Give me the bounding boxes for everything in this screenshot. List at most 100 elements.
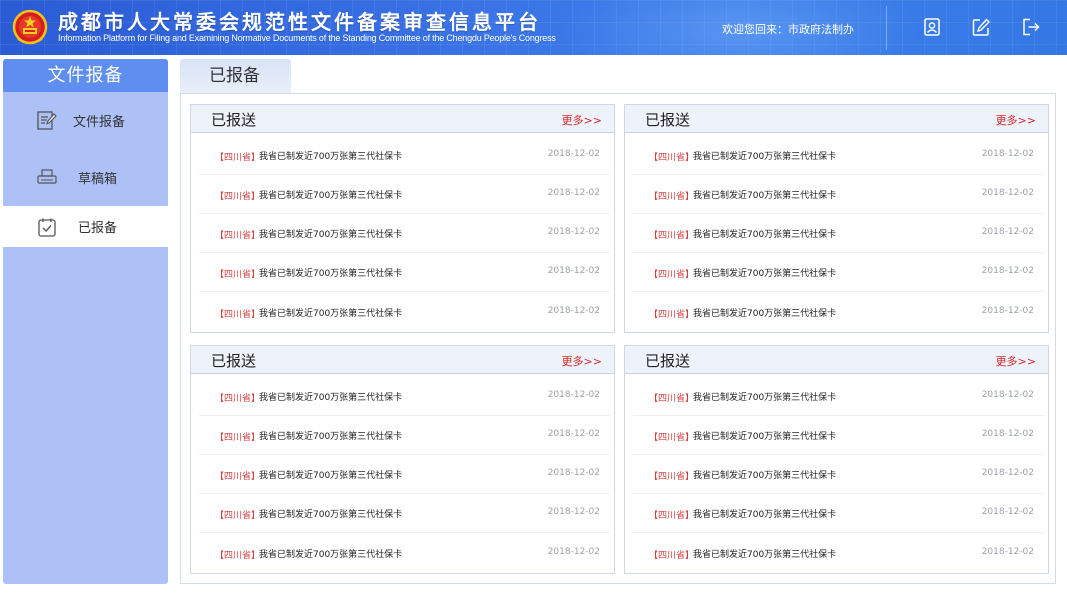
- item-title: 我省已制发近700万张第三代社保卡: [693, 191, 837, 201]
- item-title: 我省已制发近700万张第三代社保卡: [259, 471, 403, 481]
- region-tag: 【四川省】: [649, 153, 695, 163]
- item-date: 2018-12-02: [547, 390, 600, 400]
- list-item[interactable]: 【四川省】 我省已制发近700万张第三代社保卡 2018-12-02: [199, 252, 610, 292]
- item-title: 我省已制发近700万张第三代社保卡: [693, 152, 837, 162]
- welcome-message: 欢迎您回来：市政府法制办: [722, 23, 854, 36]
- more-link[interactable]: 更多>>: [562, 353, 602, 369]
- item-date: 2018-12-02: [981, 266, 1034, 276]
- region-tag: 【四川省】: [215, 472, 261, 482]
- item-title: 我省已制发近700万张第三代社保卡: [693, 432, 837, 442]
- region-tag: 【四川省】: [215, 192, 261, 202]
- panel-header: 已报送 更多>>: [625, 346, 1048, 374]
- sidebar-item-label: 已报备: [78, 221, 118, 236]
- item-date: 2018-12-02: [547, 149, 600, 159]
- list-item[interactable]: 【四川省】 我省已制发近700万张第三代社保卡 2018-12-02: [633, 533, 1044, 573]
- sidebar-item-drafts[interactable]: 草稿箱: [3, 148, 168, 206]
- item-title: 我省已制发近700万张第三代社保卡: [693, 269, 837, 279]
- item-date: 2018-12-02: [981, 188, 1034, 198]
- region-tag: 【四川省】: [649, 310, 695, 320]
- list-item[interactable]: 【四川省】 我省已制发近700万张第三代社保卡 2018-12-02: [199, 376, 610, 416]
- item-date: 2018-12-02: [547, 266, 600, 276]
- more-link[interactable]: 更多>>: [996, 112, 1036, 128]
- region-tag: 【四川省】: [215, 153, 261, 163]
- sidebar-item-label: 文件报备: [73, 114, 126, 130]
- item-title: 我省已制发近700万张第三代社保卡: [693, 309, 837, 319]
- filed-panel: 已报送 更多>> 【四川省】 我省已制发近700万张第三代社保卡 2018-12…: [190, 345, 615, 574]
- more-link[interactable]: 更多>>: [562, 112, 602, 128]
- region-tag: 【四川省】: [649, 433, 695, 443]
- list-item[interactable]: 【四川省】 我省已制发近700万张第三代社保卡 2018-12-02: [633, 252, 1044, 292]
- item-title: 我省已制发近700万张第三代社保卡: [693, 471, 837, 481]
- panel-title: 已报送: [211, 111, 257, 129]
- list-item[interactable]: 【四川省】 我省已制发近700万张第三代社保卡 2018-12-02: [199, 415, 610, 455]
- item-date: 2018-12-02: [547, 227, 600, 237]
- region-tag: 【四川省】: [215, 310, 261, 320]
- list-item[interactable]: 【四川省】 我省已制发近700万张第三代社保卡 2018-12-02: [633, 135, 1044, 175]
- region-tag: 【四川省】: [649, 472, 695, 482]
- panel-title: 已报送: [211, 352, 257, 370]
- item-date: 2018-12-02: [981, 429, 1034, 439]
- tab-filed[interactable]: 已报备: [180, 59, 291, 93]
- item-title: 我省已制发近700万张第三代社保卡: [259, 230, 403, 240]
- item-date: 2018-12-02: [981, 306, 1034, 316]
- edit-icon[interactable]: [971, 17, 991, 37]
- printer-icon: [37, 169, 57, 184]
- region-tag: 【四川省】: [649, 551, 695, 561]
- filed-panel: 已报送 更多>> 【四川省】 我省已制发近700万张第三代社保卡 2018-12…: [190, 104, 615, 333]
- item-title: 我省已制发近700万张第三代社保卡: [693, 230, 837, 240]
- filed-panel: 已报送 更多>> 【四川省】 我省已制发近700万张第三代社保卡 2018-12…: [624, 345, 1049, 574]
- list-item[interactable]: 【四川省】 我省已制发近700万张第三代社保卡 2018-12-02: [199, 213, 610, 253]
- list-item[interactable]: 【四川省】 我省已制发近700万张第三代社保卡 2018-12-02: [633, 454, 1044, 494]
- item-title: 我省已制发近700万张第三代社保卡: [693, 550, 837, 560]
- list-item[interactable]: 【四川省】 我省已制发近700万张第三代社保卡 2018-12-02: [633, 415, 1044, 455]
- sidebar-item-file-report[interactable]: 文件报备: [3, 92, 168, 148]
- header-divider: [886, 6, 887, 50]
- national-emblem-icon: [12, 9, 48, 45]
- list-item[interactable]: 【四川省】 我省已制发近700万张第三代社保卡 2018-12-02: [199, 533, 610, 573]
- filed-panel: 已报送 更多>> 【四川省】 我省已制发近700万张第三代社保卡 2018-12…: [624, 104, 1049, 333]
- item-title: 我省已制发近700万张第三代社保卡: [259, 152, 403, 162]
- item-date: 2018-12-02: [547, 306, 600, 316]
- region-tag: 【四川省】: [649, 394, 695, 404]
- sidebar-item-filed[interactable]: 已报备: [3, 206, 168, 247]
- sidebar-item-label: 草稿箱: [78, 171, 118, 187]
- list-item[interactable]: 【四川省】 我省已制发近700万张第三代社保卡 2018-12-02: [633, 493, 1044, 533]
- sidebar: 文件报备 文件报备 草稿箱 已报备: [3, 59, 168, 584]
- panel-title: 已报送: [645, 111, 691, 129]
- item-date: 2018-12-02: [547, 429, 600, 439]
- region-tag: 【四川省】: [649, 270, 695, 280]
- panel-header: 已报送 更多>>: [191, 105, 614, 133]
- list-item[interactable]: 【四川省】 我省已制发近700万张第三代社保卡 2018-12-02: [633, 292, 1044, 332]
- region-tag: 【四川省】: [649, 231, 695, 241]
- logout-icon[interactable]: [1021, 17, 1041, 37]
- panel-header: 已报送 更多>>: [625, 105, 1048, 133]
- item-title: 我省已制发近700万张第三代社保卡: [259, 510, 403, 520]
- item-date: 2018-12-02: [547, 188, 600, 198]
- item-title: 我省已制发近700万张第三代社保卡: [693, 393, 837, 403]
- item-date: 2018-12-02: [547, 547, 600, 557]
- more-link[interactable]: 更多>>: [996, 353, 1036, 369]
- list-item[interactable]: 【四川省】 我省已制发近700万张第三代社保卡 2018-12-02: [633, 376, 1044, 416]
- list-item[interactable]: 【四川省】 我省已制发近700万张第三代社保卡 2018-12-02: [633, 213, 1044, 253]
- user-card-icon[interactable]: [922, 17, 942, 37]
- top-header: 成都市人大常委会规范性文件备案审查信息平台 Information Platfo…: [0, 0, 1067, 55]
- document-edit-icon: [37, 111, 57, 130]
- list-item[interactable]: 【四川省】 我省已制发近700万张第三代社保卡 2018-12-02: [199, 174, 610, 214]
- platform-title-english: Information Platform for Filing and Exam…: [58, 33, 556, 43]
- region-tag: 【四川省】: [215, 394, 261, 404]
- item-date: 2018-12-02: [981, 390, 1034, 400]
- item-date: 2018-12-02: [981, 547, 1034, 557]
- list-item[interactable]: 【四川省】 我省已制发近700万张第三代社保卡 2018-12-02: [199, 135, 610, 175]
- region-tag: 【四川省】: [649, 511, 695, 521]
- list-item[interactable]: 【四川省】 我省已制发近700万张第三代社保卡 2018-12-02: [633, 174, 1044, 214]
- item-date: 2018-12-02: [981, 507, 1034, 517]
- platform-title: 成都市人大常委会规范性文件备案审查信息平台: [58, 10, 541, 34]
- item-title: 我省已制发近700万张第三代社保卡: [259, 393, 403, 403]
- region-tag: 【四川省】: [215, 231, 261, 241]
- item-date: 2018-12-02: [981, 468, 1034, 478]
- list-item[interactable]: 【四川省】 我省已制发近700万张第三代社保卡 2018-12-02: [199, 454, 610, 494]
- list-item[interactable]: 【四川省】 我省已制发近700万张第三代社保卡 2018-12-02: [199, 493, 610, 533]
- region-tag: 【四川省】: [215, 551, 261, 561]
- item-title: 我省已制发近700万张第三代社保卡: [693, 510, 837, 520]
- list-item[interactable]: 【四川省】 我省已制发近700万张第三代社保卡 2018-12-02: [199, 292, 610, 332]
